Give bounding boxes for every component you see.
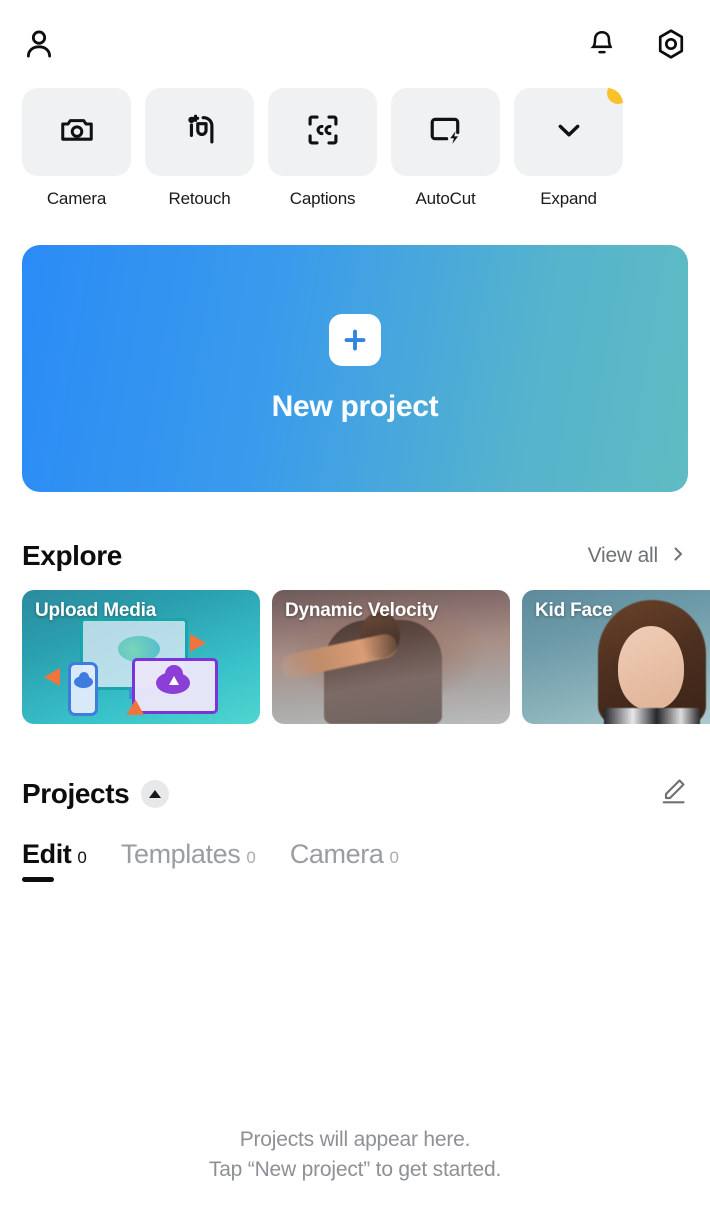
explore-card-dynamic-velocity[interactable]: Dynamic Velocity — [272, 590, 510, 724]
tab-count: 0 — [77, 848, 87, 867]
expand-tile[interactable] — [514, 88, 623, 176]
chevron-down-icon — [551, 112, 587, 153]
screen-bolt-icon — [427, 111, 465, 154]
quick-action-label: Retouch — [168, 189, 231, 208]
plus-icon — [329, 313, 381, 366]
top-bar — [0, 0, 710, 88]
top-bar-actions — [586, 27, 688, 61]
explore-card-upload-media[interactable]: Upload Media — [22, 590, 260, 724]
view-all-label: View all — [587, 544, 659, 567]
explore-card-title: Dynamic Velocity — [285, 600, 439, 621]
new-project-section: New project — [0, 209, 710, 492]
active-tab-indicator — [22, 877, 54, 882]
arrow-icon-left — [44, 668, 60, 686]
explore-title: Explore — [22, 540, 122, 571]
tab-label: Camera — [289, 839, 384, 869]
portrait-face — [618, 626, 684, 710]
empty-state: Projects will appear here. Tap “New proj… — [0, 1125, 710, 1185]
camera-icon — [58, 111, 96, 154]
phone-illustration — [68, 662, 98, 716]
tab-label: Edit — [22, 839, 72, 869]
new-project-button[interactable]: New project — [22, 245, 688, 492]
quick-action-label: AutoCut — [415, 189, 476, 208]
triangle-up-glyph — [149, 789, 162, 798]
quick-action-captions[interactable]: Captions — [268, 88, 377, 209]
tab-camera[interactable]: Camera 0 — [290, 839, 399, 884]
face-sparkle-icon — [181, 111, 219, 154]
tab-templates[interactable]: Templates 0 — [121, 839, 256, 884]
bell-icon[interactable] — [586, 28, 618, 60]
profile-icon[interactable] — [22, 27, 56, 61]
explore-card-title: Upload Media — [35, 600, 157, 621]
projects-header: Projects — [0, 776, 710, 811]
new-project-label: New project — [271, 389, 439, 423]
hex-gear-icon[interactable] — [654, 27, 688, 61]
triangle-up-icon[interactable] — [141, 779, 170, 808]
retouch-tile[interactable] — [145, 88, 254, 176]
quick-action-camera[interactable]: Camera — [22, 88, 131, 209]
tab-count: 0 — [246, 848, 256, 867]
captions-tile[interactable] — [268, 88, 377, 176]
quick-action-retouch[interactable]: Retouch — [145, 88, 254, 209]
camera-tile[interactable] — [22, 88, 131, 176]
quick-action-autocut[interactable]: AutoCut — [391, 88, 500, 209]
quick-action-label: Camera — [46, 189, 107, 208]
explore-card-row[interactable]: Upload Media Dynamic Velocity Kid Face — [0, 590, 710, 724]
closed-caption-icon — [305, 112, 341, 153]
view-all-button[interactable]: View all — [588, 544, 688, 569]
quick-actions-row: Camera Retouch Captions AutoCut Expand — [0, 88, 710, 209]
tab-edit[interactable]: Edit 0 — [22, 839, 87, 884]
tab-label: Templates — [120, 839, 241, 869]
projects-tabs: Edit 0 Templates 0 Camera 0 — [0, 839, 710, 884]
autocut-tile[interactable] — [391, 88, 500, 176]
cloud-upload-icon-phone — [74, 672, 93, 688]
explore-card-kid-face[interactable]: Kid Face — [522, 590, 710, 724]
quick-action-label: Expand — [540, 189, 597, 208]
empty-state-line-1: Projects will appear here. — [239, 1128, 471, 1151]
pencil-icon[interactable] — [658, 776, 688, 811]
new-badge — [605, 88, 623, 106]
explore-header: Explore View all — [0, 540, 710, 572]
empty-state-line-2: Tap “New project” to get started. — [208, 1158, 502, 1181]
chevron-right-icon — [668, 544, 688, 569]
portrait-top — [604, 708, 700, 724]
cloud-upload-icon-tablet — [156, 665, 190, 694]
arrow-icon-right — [190, 634, 206, 652]
projects-title: Projects — [22, 777, 130, 809]
quick-action-label: Captions — [289, 189, 356, 208]
tab-count: 0 — [389, 848, 399, 867]
quick-action-expand[interactable]: Expand — [514, 88, 623, 209]
explore-card-title: Kid Face — [535, 600, 613, 621]
